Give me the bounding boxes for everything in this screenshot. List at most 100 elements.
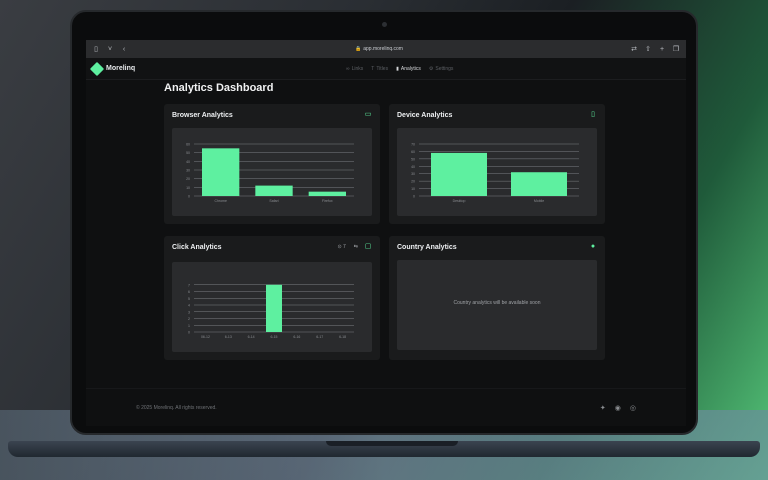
nav-label: Links: [351, 66, 364, 72]
gear-icon: ⚙: [428, 66, 434, 72]
y-tick-label: 6: [188, 290, 190, 294]
bar: [255, 185, 293, 196]
tabs-icon[interactable]: ❐: [672, 45, 680, 53]
x-tick-label: 6-15: [270, 335, 277, 339]
title-icon: T: [371, 66, 375, 72]
device-analytics-card: Device Analytics ▯ 0 10 20 30 40 50 60 70 Deskto…: [389, 104, 605, 224]
x-tick-label: 6-14: [248, 335, 255, 339]
bar: [511, 172, 567, 196]
filter-button[interactable]: ⊙ 7: [337, 244, 345, 250]
translate-icon[interactable]: ⇄: [630, 45, 638, 53]
bar: [308, 191, 346, 196]
base-notch: [326, 441, 458, 446]
card-title: Device Analytics: [397, 112, 453, 119]
click-chart: 0 1 2 3 4 5 6 7 06-12 6-13 6-14 6-15 6-16 6-17 6-18: [188, 283, 354, 339]
y-tick-label: 60: [186, 143, 190, 147]
nav-item-settings[interactable]: ⚙ Settings: [429, 66, 454, 72]
y-tick-label: 3: [188, 310, 190, 314]
chart-area: 0 10 20 30 40 50 60 Chrome Safari Firefox: [172, 128, 372, 216]
y-tick-label: 30: [411, 172, 415, 176]
nav-label: Analytics: [400, 66, 421, 72]
y-tick-label: 70: [411, 143, 415, 147]
card-title: Browser Analytics: [172, 112, 233, 119]
x-tick-label: Desktop: [453, 199, 466, 203]
click-analytics-card: Click Analytics ⊙ 7 ⇆ ▢ 0 1 2 3 4 5 6 7 06-12 6-1…: [164, 236, 380, 360]
y-tick-label: 10: [186, 186, 190, 190]
x-tick-label: Safari: [269, 199, 278, 203]
github-icon[interactable]: ◉: [615, 404, 621, 412]
y-tick-label: 20: [411, 180, 415, 184]
nav-item-links[interactable]: ∞ Links: [346, 66, 363, 72]
nav-label: Titles: [376, 66, 389, 72]
copyright-text: © 2025 Morelinq. All rights reserved.: [136, 404, 217, 411]
y-tick-label: 60: [411, 150, 415, 154]
y-tick-label: 40: [186, 160, 190, 164]
x-tick-label: 06-12: [201, 335, 210, 339]
device-chart: 0 10 20 30 40 50 60 70 Desktop Mobile: [411, 143, 579, 203]
sort-button[interactable]: ⇆: [354, 244, 358, 250]
y-tick-label: 50: [411, 157, 415, 161]
card-title: Country Analytics: [397, 244, 457, 251]
y-tick-label: 0: [188, 331, 190, 335]
country-analytics-card: Country Analytics ● Country analytics wi…: [389, 236, 605, 360]
page-title: Analytics Dashboard: [164, 82, 274, 94]
x-tick-label: 6-16: [293, 335, 300, 339]
card-title: Click Analytics: [172, 244, 222, 251]
url-text: app.morelinq.com: [363, 46, 403, 52]
y-tick-label: 2: [188, 317, 190, 321]
address-bar[interactable]: 🔒 app.morelinq.com: [134, 46, 624, 52]
browser-icon: ▭: [364, 111, 372, 118]
nav-label: Settings: [435, 66, 454, 72]
y-tick-label: 7: [188, 283, 190, 287]
x-tick-label: 6-18: [339, 335, 346, 339]
bar: [266, 284, 282, 332]
app-navbar: Morelinq ∞ Links T Titles ▮ Analytics ⚙ Sett…: [86, 58, 686, 80]
footer: © 2025 Morelinq. All rights reserved. ✦ …: [86, 388, 686, 426]
globe-icon: ●: [590, 243, 596, 250]
empty-state-text: Country analytics will be available soon: [453, 300, 541, 306]
browser-analytics-card: Browser Analytics ▭ 0 10 20 30 40 50 60 Chrome S…: [164, 104, 380, 224]
back-icon[interactable]: ‹: [120, 45, 128, 53]
y-tick-label: 5: [188, 297, 190, 301]
twitter-icon[interactable]: ✦: [600, 404, 606, 412]
y-tick-label: 0: [413, 195, 415, 199]
nav-links: ∞ Links T Titles ▮ Analytics ⚙ Settings: [346, 58, 453, 80]
chart-area: 0 10 20 30 40 50 60 70 Desktop Mobile: [397, 128, 597, 216]
link-icon: ∞: [346, 66, 350, 72]
y-tick-label: 20: [186, 177, 190, 181]
browser-toolbar: ▯ ˅ ‹ 🔒 app.morelinq.com ⇄ ⇧ + ❐: [86, 40, 686, 58]
laptop-frame: ▯ ˅ ‹ 🔒 app.morelinq.com ⇄ ⇧ + ❐ Morelinq…: [70, 10, 698, 435]
y-tick-label: 40: [411, 165, 415, 169]
x-tick-label: Chrome: [214, 199, 227, 203]
chevron-down-icon[interactable]: ˅: [106, 45, 114, 53]
camera: [382, 22, 387, 27]
brand-name: Morelinq: [106, 65, 136, 72]
chart-area: 0 1 2 3 4 5 6 7 06-12 6-13 6-14 6-15 6-16 6-17 6-18: [172, 262, 372, 352]
card-toolbar: ⊙ 7 ⇆: [337, 244, 358, 250]
sidebar-toggle-icon[interactable]: ▯: [92, 45, 100, 53]
laptop-screen: ▯ ˅ ‹ 🔒 app.morelinq.com ⇄ ⇧ + ❐ Morelinq…: [86, 40, 686, 426]
mobile-icon: ▯: [591, 111, 595, 118]
main-content: Analytics Dashboard: [164, 82, 609, 100]
browser-chart: 0 10 20 30 40 50 60 Chrome Safari Firefox: [186, 143, 354, 203]
nav-item-titles[interactable]: T Titles: [371, 66, 388, 72]
y-tick-label: 0: [188, 195, 190, 199]
logo-icon: [89, 61, 105, 76]
laptop-base: [8, 441, 760, 457]
brand-logo[interactable]: Morelinq: [89, 61, 136, 76]
bar: [431, 152, 487, 196]
y-tick-label: 10: [411, 187, 415, 191]
nav-item-analytics[interactable]: ▮ Analytics: [396, 66, 421, 72]
y-tick-label: 50: [186, 151, 190, 155]
x-tick-label: Firefox: [322, 199, 333, 203]
bar: [202, 148, 240, 196]
chart-icon: ▮: [396, 66, 399, 72]
social-links: ✦ ◉ ◎: [600, 404, 636, 412]
y-tick-label: 1: [188, 324, 190, 328]
y-tick-label: 30: [186, 169, 190, 173]
instagram-icon[interactable]: ◎: [630, 404, 636, 412]
share-icon[interactable]: ⇧: [644, 45, 652, 53]
new-tab-icon[interactable]: +: [658, 45, 666, 53]
lock-icon: 🔒: [355, 46, 362, 52]
x-tick-label: 6-17: [316, 335, 323, 339]
